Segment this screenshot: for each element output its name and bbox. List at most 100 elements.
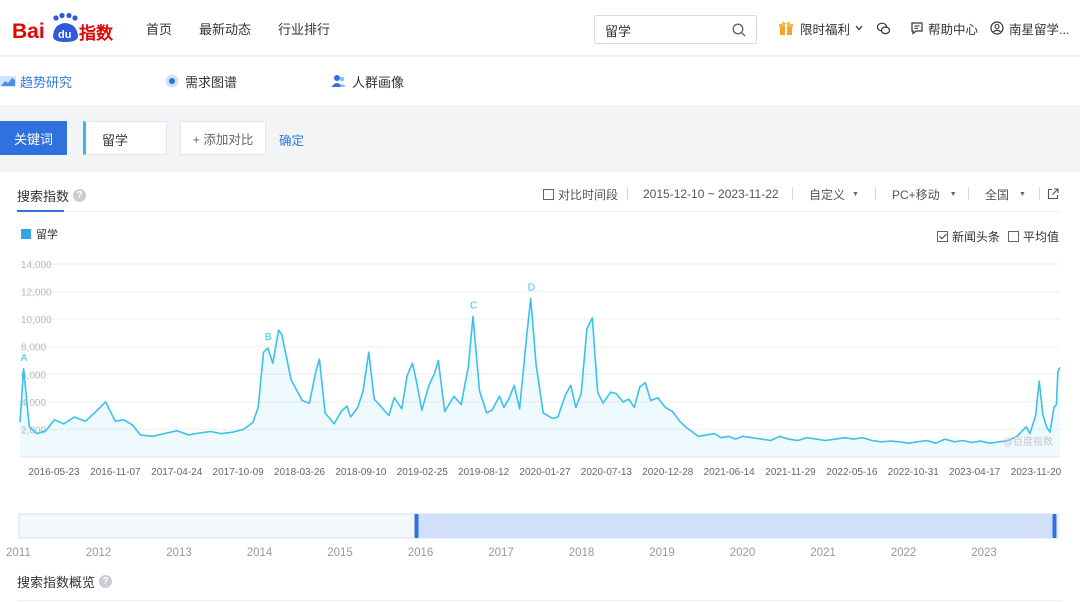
svg-text:指数: 指数 xyxy=(79,23,114,44)
custom-label: 自定义 xyxy=(809,187,846,202)
checkbox-icon xyxy=(543,188,554,200)
nav-latest-news[interactable]: 最新动态 xyxy=(199,19,251,38)
gift-icon xyxy=(779,21,793,35)
x-tick-label: 2021-11-29 xyxy=(765,467,816,478)
nav-home[interactable]: 首页 xyxy=(146,19,172,38)
x-tick-label: 2017-04-24 xyxy=(151,467,203,478)
x-tick-label: 2016-05-23 xyxy=(28,467,80,478)
x-tick-label: 2022-05-16 xyxy=(826,467,878,478)
gift-menu[interactable]: 限时福利 xyxy=(778,0,864,56)
tab-demand-graph[interactable]: 需求图谱 xyxy=(165,57,237,105)
navigator-year-label: 2018 xyxy=(569,547,595,559)
top-navigation-bar: Bai du 指数 首页 最新动态 行业排行 限时福利 帮助中心 南星留学... xyxy=(0,0,1080,56)
search-input[interactable] xyxy=(605,21,725,39)
caret-down-icon: ▼ xyxy=(852,190,859,198)
navigator-handle[interactable] xyxy=(1052,514,1057,538)
y-tick-label: 12,000 xyxy=(21,288,52,299)
x-tick-label: 2021-06-14 xyxy=(704,467,756,478)
checkbox-icon xyxy=(1008,231,1019,242)
svg-text:Bai: Bai xyxy=(12,20,45,43)
chat-bubble-icon xyxy=(911,22,923,35)
news-annotation-marker: C xyxy=(470,300,477,311)
user-name: 南星留学... xyxy=(1009,22,1070,37)
x-tick-label: 2023-04-17 xyxy=(949,467,1001,478)
series-area xyxy=(20,298,1060,457)
navigator-year-label: 2013 xyxy=(166,547,192,559)
panel-divider xyxy=(17,211,1061,212)
search-index-chart[interactable]: 2,0004,0006,0008,00010,00012,00014,000AB… xyxy=(0,252,1080,562)
x-tick-label: 2020-07-13 xyxy=(581,467,633,478)
x-tick-label: 2019-02-25 xyxy=(397,467,449,478)
checkbox-checked-icon xyxy=(937,231,948,242)
divider xyxy=(1039,187,1040,200)
custom-dropdown[interactable]: 自定义 ▼ xyxy=(809,186,859,202)
caret-down-icon: ▼ xyxy=(1019,190,1026,198)
help-icon[interactable]: ? xyxy=(99,575,113,588)
divider xyxy=(968,187,969,200)
tab-trend-research[interactable]: 趋势研究 xyxy=(0,57,72,105)
trend-chart-icon xyxy=(0,75,16,87)
navigator-handle[interactable] xyxy=(414,514,419,538)
add-compare-button[interactable]: + 添加对比 xyxy=(180,121,266,155)
wechat-button[interactable] xyxy=(876,0,891,56)
external-link-icon xyxy=(1047,188,1059,200)
device-label: PC+移动 xyxy=(892,187,940,202)
wechat-icon xyxy=(876,22,891,34)
export-button[interactable] xyxy=(1047,186,1059,202)
overview-title: 搜索指数概览 ? xyxy=(17,572,113,591)
divider xyxy=(792,187,793,200)
navigator-year-label: 2012 xyxy=(86,547,112,559)
panel-title-label: 搜索指数 xyxy=(17,189,70,204)
chart-legend[interactable]: 留学 xyxy=(21,226,58,242)
x-tick-label: 2023-11-20 xyxy=(1011,467,1062,478)
divider xyxy=(627,187,628,200)
navigator-year-label: 2015 xyxy=(327,547,353,559)
legend-swatch xyxy=(21,229,31,239)
keyword-input-box[interactable]: 留学 xyxy=(83,121,167,155)
average-label: 平均值 xyxy=(1023,230,1060,244)
tab-label: 人群画像 xyxy=(352,74,405,90)
navigator-year-label: 2011 xyxy=(6,547,31,559)
navigator-selection[interactable] xyxy=(416,514,1056,538)
navigator-year-label: 2019 xyxy=(649,547,675,559)
keyword-label-button[interactable]: 关键词 xyxy=(0,121,67,155)
x-tick-label: 2019-08-12 xyxy=(458,467,510,478)
y-tick-label: 10,000 xyxy=(21,315,52,326)
x-tick-label: 2018-03-26 xyxy=(274,467,326,478)
confirm-button[interactable]: 确定 xyxy=(279,130,304,149)
main-nav: 首页 最新动态 行业排行 xyxy=(146,0,357,56)
news-annotation-marker: A xyxy=(21,353,28,364)
user-menu[interactable]: 南星留学... xyxy=(990,0,1069,56)
tab-label: 需求图谱 xyxy=(185,74,238,90)
news-headline-checkbox[interactable]: 新闻头条 xyxy=(937,228,1000,245)
x-tick-label: 2022-10-31 xyxy=(888,467,940,478)
navigator-year-label: 2023 xyxy=(971,547,997,559)
news-headline-label: 新闻头条 xyxy=(952,230,1001,244)
gift-label: 限时福利 xyxy=(800,22,851,37)
average-checkbox[interactable]: 平均值 xyxy=(1008,228,1059,245)
navigator-year-label: 2020 xyxy=(730,547,756,559)
x-tick-label: 2020-12-28 xyxy=(642,467,694,478)
nav-industry-ranking[interactable]: 行业排行 xyxy=(278,19,330,38)
analysis-tabs: 趋势研究 需求图谱 人群画像 xyxy=(0,57,1080,105)
help-center-link[interactable]: 帮助中心 xyxy=(910,0,978,56)
chevron-down-icon xyxy=(855,25,863,31)
x-tick-label: 2020-01-27 xyxy=(519,467,571,478)
baidu-index-logo[interactable]: Bai du 指数 xyxy=(12,12,116,46)
divider xyxy=(875,187,876,200)
compare-period-label: 对比时间段 xyxy=(558,187,619,202)
svg-text:du: du xyxy=(58,29,71,41)
caret-down-icon: ▼ xyxy=(949,190,957,198)
x-tick-label: 2018-09-10 xyxy=(335,467,387,478)
region-label: 全国 xyxy=(985,187,1010,202)
panel-divider xyxy=(17,600,1061,601)
search-icon[interactable] xyxy=(731,22,747,38)
device-dropdown[interactable]: PC+移动 ▼ xyxy=(892,186,957,202)
date-range-picker[interactable]: 2015-12-10 ~ 2023-11-22 xyxy=(643,186,779,202)
tab-crowd-portrait[interactable]: 人群画像 xyxy=(331,57,404,105)
region-dropdown[interactable]: 全国 ▼ xyxy=(985,186,1026,202)
help-icon[interactable]: ? xyxy=(73,189,87,202)
compare-period-checkbox[interactable]: 对比时间段 xyxy=(543,186,618,202)
news-annotation-marker: B xyxy=(265,332,272,343)
user-icon xyxy=(990,21,1004,35)
